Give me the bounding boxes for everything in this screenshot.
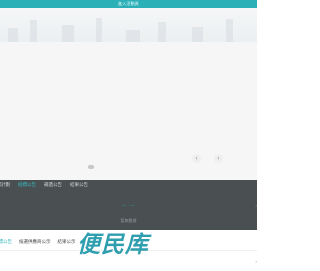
- subtab-tender-notice[interactable]: 招標公告: [0, 238, 12, 248]
- notice-tabs: 招標計劃 招標公告 補遺公告 結果公告: [0, 182, 88, 190]
- tab-tender-notice[interactable]: 招標公告: [18, 182, 36, 190]
- tab-plan[interactable]: 招標計劃: [0, 182, 10, 190]
- skyline-header-image: [0, 8, 257, 42]
- chevron-left-icon: ‹: [195, 155, 198, 162]
- panel-link[interactable]: — · —: [0, 203, 257, 208]
- banner-pagination-dot[interactable]: [88, 165, 94, 169]
- subtab-candidate-supplier[interactable]: 候選供應商公示: [19, 238, 51, 248]
- tab-supplement-notice[interactable]: 補遺公告: [44, 182, 62, 190]
- chevron-right-icon: ›: [217, 155, 220, 162]
- top-banner-bar[interactable]: 進入活動頁: [0, 0, 257, 8]
- sub-tabs: 招標公告 候選供應商公示 結果公示: [0, 238, 76, 248]
- site-watermark-logo: 便民库: [77, 232, 149, 258]
- tab-result-notice[interactable]: 結果公告: [70, 182, 88, 190]
- banner-prev-arrow[interactable]: ‹: [192, 154, 201, 163]
- scroll-right-arrow-icon[interactable]: ›: [255, 259, 257, 264]
- panel-side-arrow-icon[interactable]: ›: [255, 203, 257, 208]
- banner-next-arrow[interactable]: ›: [214, 154, 223, 163]
- top-banner-text: 進入活動頁: [118, 1, 139, 6]
- empty-state-text: 暫無數據: [120, 218, 137, 223]
- subtab-result-publicity[interactable]: 結果公示: [58, 238, 76, 248]
